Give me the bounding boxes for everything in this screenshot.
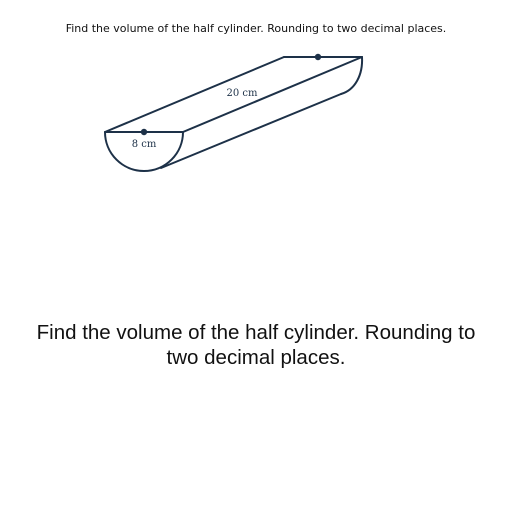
bottom-long-edge: [160, 93, 342, 169]
question-text: Find the volume of the half cylinder. Ro…: [36, 321, 476, 369]
diameter-label: 8 cm: [132, 139, 157, 150]
half-cylinder-diagram: 20 cm 8 cm: [104, 53, 364, 172]
front-semicircle-edge: [104, 131, 184, 172]
front-center-dot: [140, 128, 148, 136]
length-label: 20 cm: [227, 88, 259, 99]
back-center-dot: [314, 53, 322, 61]
back-semicircle-edge: [340, 56, 364, 95]
middle-long-edge: [182, 56, 363, 133]
